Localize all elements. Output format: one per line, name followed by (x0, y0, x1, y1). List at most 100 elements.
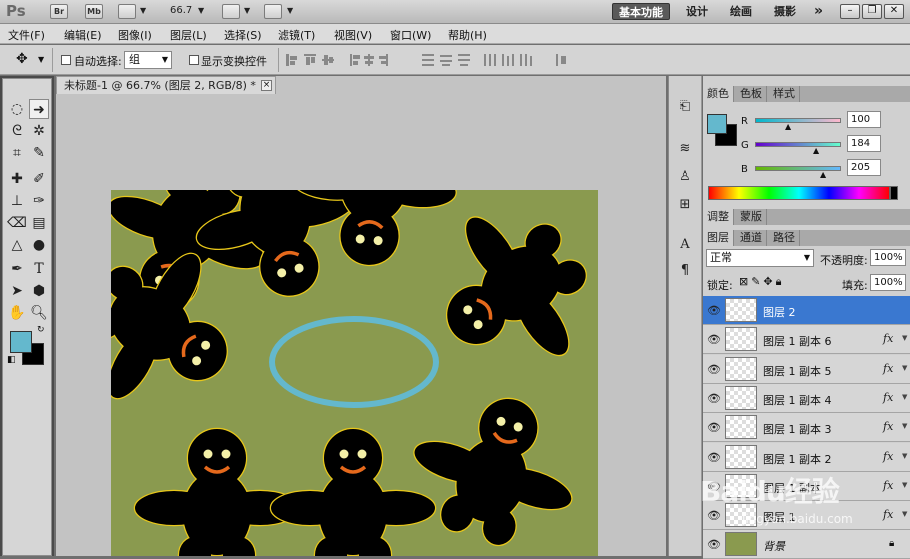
expand-effects-icon[interactable]: ▼ (902, 481, 907, 489)
layer-effects-icon[interactable]: fx (883, 391, 893, 404)
eyedropper-icon[interactable]: ✎ (29, 143, 49, 163)
workspace-paint-button[interactable]: 绘画 (724, 3, 758, 20)
visibility-eye-icon[interactable]: 👁︎ (707, 304, 721, 317)
mini-bridge-button[interactable]: Mb (85, 4, 103, 19)
foreground-color-swatch[interactable] (10, 331, 32, 353)
magic-wand-icon[interactable]: ✲ (29, 121, 49, 141)
red-slider-thumb[interactable]: ▲ (785, 122, 791, 131)
menu-edit[interactable]: 编辑(E) (64, 27, 102, 43)
visibility-eye-icon[interactable]: 👁︎ (707, 538, 721, 551)
chevron-down-icon[interactable]: ▼ (198, 6, 204, 15)
eraser-tool-icon[interactable]: ⌫ (7, 213, 27, 233)
default-colors-icon[interactable]: ◧ (7, 355, 16, 365)
green-slider[interactable] (755, 142, 841, 147)
expand-effects-icon[interactable]: ▼ (902, 422, 907, 430)
layer-row[interactable]: 👁︎ 图层 1 副本 2 fx ▼ (703, 443, 910, 472)
chevron-down-icon[interactable]: ▼ (244, 6, 250, 15)
tab-adjustments[interactable]: 调整 (703, 209, 734, 225)
tool-presets-icon[interactable]: ⊞ (674, 196, 696, 214)
image-canvas[interactable] (111, 190, 598, 556)
move-tool-icon[interactable]: ✥ (16, 51, 28, 67)
menu-window[interactable]: 窗口(W) (390, 27, 431, 43)
red-slider[interactable] (755, 118, 841, 123)
restore-button[interactable]: ❐ (862, 4, 882, 19)
align-distribute-icons[interactable] (286, 52, 576, 68)
chevron-down-icon[interactable]: ▼ (287, 6, 293, 15)
layer-row[interactable]: 👁︎ 图层 1 副本 3 fx ▼ (703, 413, 910, 442)
blur-tool-icon[interactable]: △ (7, 235, 27, 255)
fill-input[interactable]: 100% (870, 274, 906, 291)
view-extras-button[interactable] (118, 4, 136, 19)
layer-effects-icon[interactable]: fx (883, 362, 893, 375)
move-tool-icon[interactable]: ➜ (29, 99, 49, 119)
swap-colors-icon[interactable]: ↻ (37, 325, 45, 335)
brush-tool-icon[interactable]: ✐ (29, 169, 49, 189)
color-spectrum-bar[interactable] (708, 186, 890, 200)
screen-mode-button[interactable] (264, 4, 282, 19)
dodge-tool-icon[interactable]: ● (29, 235, 49, 255)
green-slider-thumb[interactable]: ▲ (813, 146, 819, 155)
lock-options-icons[interactable]: ⊠✎✥🔒︎ (739, 275, 785, 289)
history-panel-icon[interactable]: ⎗ (674, 98, 696, 116)
zoom-level[interactable]: 66.7 (170, 5, 192, 16)
layer-row[interactable]: 👁︎ 图层 1 副本 5 fx ▼ (703, 355, 910, 384)
type-tool-icon[interactable]: T (29, 259, 49, 279)
document-tab[interactable]: 未标题-1 @ 66.7% (图层 2, RGB/8) * (56, 76, 276, 94)
paragraph-panel-icon[interactable]: ¶ (674, 262, 696, 280)
visibility-eye-icon[interactable]: 👁︎ (707, 392, 721, 405)
show-transform-checkbox[interactable] (189, 55, 199, 65)
menu-image[interactable]: 图像(I) (118, 27, 152, 43)
tab-paths[interactable]: 路径 (769, 230, 800, 246)
arrange-documents-button[interactable] (222, 4, 240, 19)
layer-effects-icon[interactable]: fx (883, 508, 893, 521)
visibility-eye-icon[interactable]: 👁︎ (707, 509, 721, 522)
layer-row[interactable]: 👁︎ 图层 1 副本 4 fx ▼ (703, 384, 910, 413)
tab-layers[interactable]: 图层 (703, 230, 734, 246)
chevron-down-icon[interactable]: ▼ (38, 55, 44, 64)
chevron-down-icon[interactable]: ▼ (140, 6, 146, 15)
auto-select-checkbox[interactable] (61, 55, 71, 65)
auto-select-dropdown[interactable]: 组 ▼ (124, 51, 172, 69)
menu-file[interactable]: 文件(F) (8, 27, 45, 43)
blue-slider-thumb[interactable]: ▲ (820, 170, 826, 179)
lasso-tool-icon[interactable]: ᘓ (7, 121, 27, 141)
menu-view[interactable]: 视图(V) (334, 27, 372, 43)
minimize-button[interactable]: – (840, 4, 860, 19)
clone-source-icon[interactable]: ♙ (674, 168, 696, 186)
blue-value-input[interactable]: 205 (847, 159, 881, 176)
visibility-eye-icon[interactable]: 👁︎ (707, 421, 721, 434)
layer-effects-icon[interactable]: fx (883, 420, 893, 433)
visibility-eye-icon[interactable]: 👁︎ (707, 451, 721, 464)
brushes-panel-icon[interactable]: ≋ (674, 140, 696, 158)
zoom-tool-icon[interactable]: 🔍︎ (29, 303, 49, 323)
close-icon[interactable]: × (261, 80, 272, 91)
red-value-input[interactable]: 100 (847, 111, 881, 128)
foreground-color-chip[interactable] (707, 114, 727, 134)
marquee-tool-icon[interactable]: ◌ (7, 99, 27, 119)
green-value-input[interactable]: 184 (847, 135, 881, 152)
character-panel-icon[interactable]: A (674, 236, 696, 254)
tab-styles[interactable]: 样式 (769, 86, 800, 102)
black-swatch[interactable] (890, 186, 898, 200)
expand-effects-icon[interactable]: ▼ (902, 452, 907, 460)
menu-help[interactable]: 帮助(H) (448, 27, 487, 43)
menu-layer[interactable]: 图层(L) (170, 27, 207, 43)
blue-slider[interactable] (755, 166, 841, 171)
tab-color[interactable]: 颜色 (703, 86, 734, 102)
workspace-basic-button[interactable]: 基本功能 (612, 3, 670, 20)
expand-effects-icon[interactable]: ▼ (902, 510, 907, 518)
layer-effects-icon[interactable]: fx (883, 479, 893, 492)
more-workspaces-button[interactable]: » (808, 3, 829, 20)
layer-row[interactable]: 👁︎ 背景 🔒︎ (703, 530, 910, 559)
close-button[interactable]: ✕ (884, 4, 904, 19)
menu-select[interactable]: 选择(S) (224, 27, 262, 43)
clone-stamp-icon[interactable]: ⊥ (7, 191, 27, 211)
tab-swatches[interactable]: 色板 (736, 86, 767, 102)
crop-tool-icon[interactable]: ⌗ (7, 143, 27, 163)
layer-row[interactable]: 👁︎ 图层 1 副本 6 fx ▼ (703, 325, 910, 354)
history-brush-icon[interactable]: ✑ (29, 191, 49, 211)
workspace-photo-button[interactable]: 摄影 (768, 3, 802, 20)
workspace-design-button[interactable]: 设计 (680, 3, 714, 20)
tab-channels[interactable]: 通道 (736, 230, 767, 246)
gradient-tool-icon[interactable]: ▤ (29, 213, 49, 233)
